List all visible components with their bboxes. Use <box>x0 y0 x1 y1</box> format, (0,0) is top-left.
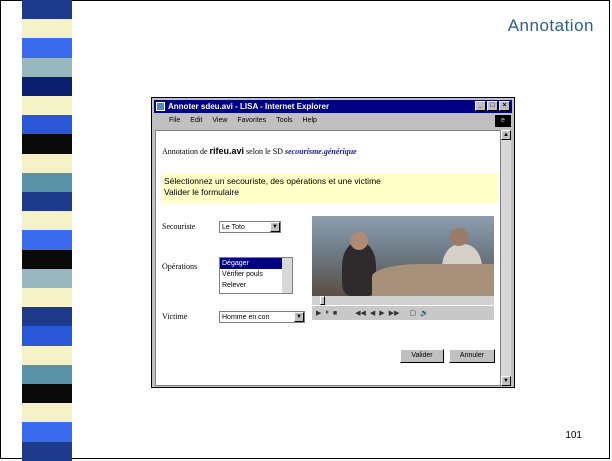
menu-help[interactable]: Help <box>303 114 317 128</box>
stop-icon[interactable]: ■ <box>333 310 337 317</box>
sidebar-stripe <box>22 364 72 385</box>
video-seek-bar[interactable] <box>312 296 494 305</box>
sidebar-stripe <box>22 230 72 250</box>
chevron-down-icon[interactable]: ▼ <box>270 222 280 232</box>
listbox-scrollbar[interactable] <box>282 258 292 293</box>
sidebar-stripe <box>22 134 72 154</box>
sidebar-stripe <box>22 403 72 423</box>
video-head-right <box>450 228 468 246</box>
sidebar-stripe <box>22 326 72 346</box>
scroll-down-icon[interactable]: ▼ <box>501 376 511 386</box>
secouriste-select[interactable]: Le Toto ▼ <box>219 221 281 233</box>
sidebar-stripe <box>22 307 72 327</box>
ie-logo-icon: e <box>495 115 511 127</box>
instruction-line-2: Valider le formulaire <box>164 187 239 197</box>
decorative-sidebar <box>22 0 72 461</box>
pause-icon[interactable]: ⏸ <box>325 309 329 317</box>
video-person-left <box>342 242 376 296</box>
menu-edit[interactable]: Edit <box>190 114 202 128</box>
sidebar-stripe <box>22 422 72 442</box>
menu-tools[interactable]: Tools <box>276 114 292 128</box>
sidebar-stripe <box>22 76 72 97</box>
annotation-middle: selon le SD <box>246 147 283 156</box>
step-back-icon[interactable]: ◀ <box>370 309 375 317</box>
cancel-button[interactable]: Annuler <box>449 349 495 363</box>
sidebar-stripe <box>22 172 72 193</box>
victime-select[interactable]: Homme en con ▼ <box>219 311 305 323</box>
sd-name: secourisme.générique <box>284 147 357 156</box>
volume-icon[interactable]: 🔊 <box>420 309 429 317</box>
sidebar-stripe <box>22 57 72 77</box>
fast-forward-icon[interactable]: ▶▶ <box>389 309 400 317</box>
menu-view[interactable]: View <box>212 114 227 128</box>
seek-thumb[interactable] <box>320 296 325 305</box>
sidebar-stripe <box>22 192 72 212</box>
secouriste-label: Secouriste <box>162 222 196 231</box>
close-button[interactable]: × <box>499 101 510 111</box>
page-number: 101 <box>565 430 582 441</box>
chevron-down-icon[interactable]: ▼ <box>294 312 304 322</box>
player-controls: ▶ ⏸ ■ ◀◀ ◀ ▶ ▶▶ ▢ 🔊 <box>312 306 494 320</box>
operations-listbox[interactable]: Dégager Vérifier pouls Relever <box>219 257 293 294</box>
sidebar-stripe <box>22 115 72 135</box>
sidebar-stripe <box>22 384 72 404</box>
victime-label: Victime <box>162 312 188 321</box>
sidebar-stripe <box>22 268 72 289</box>
maximize-button[interactable]: □ <box>487 101 498 111</box>
menu-file[interactable]: File <box>169 114 180 128</box>
rewind-icon[interactable]: ◀◀ <box>355 309 366 317</box>
play-icon[interactable]: ▶ <box>316 309 321 317</box>
step-forward-icon[interactable]: ▶ <box>379 309 384 317</box>
annotation-header: Annotation de rifeu.avi selon le SD seco… <box>162 146 357 156</box>
sidebar-stripe <box>22 153 72 173</box>
secouriste-value: Le Toto <box>222 224 245 231</box>
window-title: Annoter sdeu.avi - LISA - Internet Explo… <box>168 102 330 111</box>
video-player[interactable] <box>312 216 494 296</box>
annotated-file-name: rifeu.avi <box>209 146 245 156</box>
sidebar-stripe <box>22 288 72 308</box>
page-scrollbar[interactable]: ▲ ▼ <box>501 130 511 386</box>
fullscreen-icon[interactable]: ▢ <box>409 309 416 317</box>
sidebar-stripe <box>22 211 72 231</box>
slide-title: Annotation <box>507 16 594 35</box>
operations-label: Opérations <box>162 262 198 271</box>
victime-value: Homme en con <box>222 314 270 321</box>
sidebar-stripe <box>22 441 72 461</box>
menubar: File Edit View Favorites Tools Help <box>154 114 512 128</box>
video-head-left <box>350 232 368 250</box>
window-titlebar: Annoter sdeu.avi - LISA - Internet Explo… <box>154 100 512 113</box>
sidebar-stripe <box>22 19 72 39</box>
instruction-line-1: Sélectionnez un secouriste, des opératio… <box>164 176 381 186</box>
browser-window: Annoter sdeu.avi - LISA - Internet Explo… <box>151 97 515 388</box>
page-content: Annotation de rifeu.avi selon le SD seco… <box>155 130 501 386</box>
annotation-prefix: Annotation de <box>162 147 208 156</box>
ie-icon <box>156 102 165 111</box>
instruction-box: Sélectionnez un secouriste, des opératio… <box>161 173 497 203</box>
scroll-up-icon[interactable]: ▲ <box>501 130 511 140</box>
video-table <box>372 264 494 296</box>
sidebar-stripe <box>22 96 72 116</box>
sidebar-stripe <box>22 249 72 269</box>
menu-favorites[interactable]: Favorites <box>237 114 266 128</box>
minimize-button[interactable]: _ <box>475 101 486 111</box>
sidebar-stripe <box>22 345 72 365</box>
validate-button[interactable]: Valider <box>400 349 444 363</box>
sidebar-stripe <box>22 38 72 58</box>
sidebar-stripe <box>22 0 72 20</box>
